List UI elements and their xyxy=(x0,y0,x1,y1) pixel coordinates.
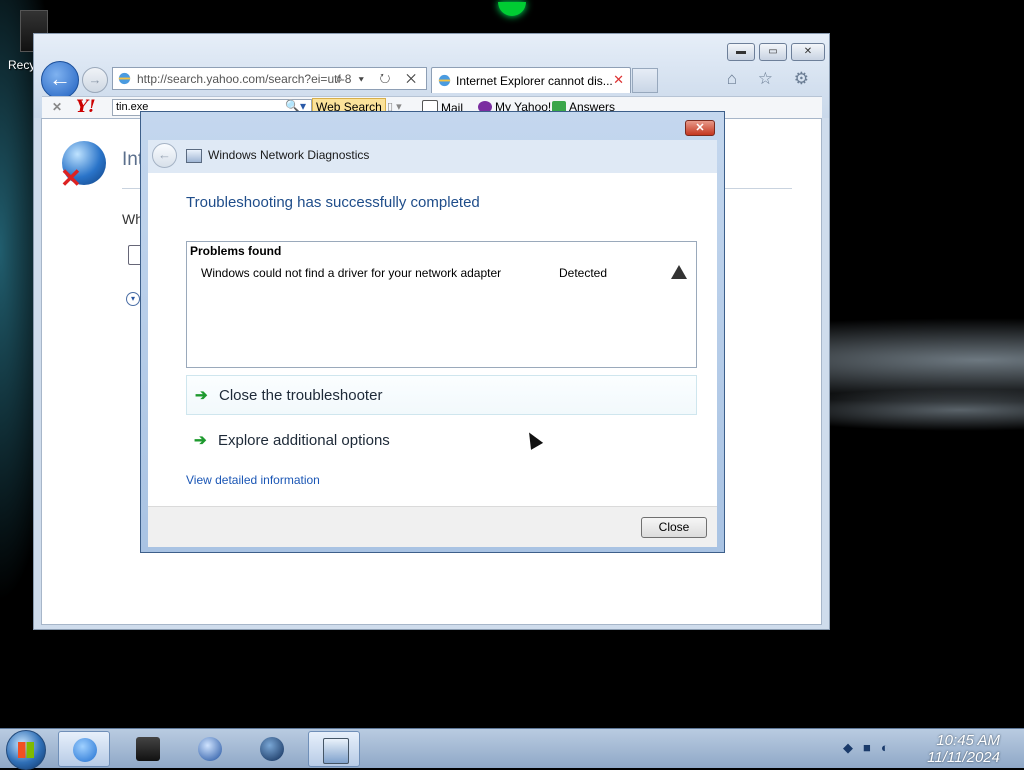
taskbar-media-player[interactable] xyxy=(184,731,236,767)
system-tray-icons[interactable]: ◆■◐ xyxy=(843,740,899,756)
dialog-body: Troubleshooting has successfully complet… xyxy=(148,173,717,506)
green-glow-decoration xyxy=(498,2,526,16)
start-button[interactable] xyxy=(6,730,46,770)
clock-time: 10:45 AM xyxy=(936,732,1000,749)
taskbar-black-app[interactable] xyxy=(122,731,174,767)
green-arrow-icon: ➔ xyxy=(195,387,208,404)
dialog-footer: Close xyxy=(148,506,717,547)
problems-header: Problems found xyxy=(190,244,282,258)
explore-additional-options-option[interactable]: ➔ Explore additional options xyxy=(186,421,697,461)
error-x-icon: ✕ xyxy=(60,163,82,193)
network-diagnostics-icon xyxy=(323,738,349,764)
ie-tab-icon xyxy=(438,74,451,87)
forward-button[interactable]: → xyxy=(82,67,108,93)
problems-found-list: Problems found Windows could not find a … xyxy=(186,241,697,368)
dialog-close-icon[interactable]: ✕ xyxy=(685,120,715,136)
option-label: Explore additional options xyxy=(218,432,390,449)
dialog-heading: Troubleshooting has successfully complet… xyxy=(186,194,480,211)
green-arrow-icon: ➔ xyxy=(194,432,207,449)
yahoo-logo[interactable]: Y! xyxy=(76,97,96,117)
problem-status: Detected xyxy=(559,266,608,280)
media-player-icon xyxy=(198,737,222,761)
dialog-header: ← Windows Network Diagnostics xyxy=(148,140,717,174)
tab-title: Internet Explorer cannot dis... xyxy=(456,74,613,88)
home-favorites-tools-icons[interactable]: ⌂ ☆ ⚙ xyxy=(727,69,817,89)
address-text[interactable]: http://search.yahoo.com/search?ei=utf-8 xyxy=(137,72,362,86)
close-button[interactable]: Close xyxy=(641,517,707,538)
toolbar-close-icon[interactable]: ✕ xyxy=(52,100,62,114)
ie-page-icon xyxy=(118,72,131,85)
option-label: Close the troubleshooter xyxy=(219,387,383,404)
view-detailed-information-link[interactable]: View detailed information xyxy=(186,473,320,487)
close-troubleshooter-option[interactable]: ➔ Close the troubleshooter xyxy=(186,375,697,415)
dialog-back-button[interactable]: ← xyxy=(152,143,177,168)
tab-close-icon[interactable]: ✕ xyxy=(613,72,624,88)
network-diagnostics-icon xyxy=(186,149,202,163)
new-tab-button[interactable] xyxy=(632,68,658,93)
problem-description[interactable]: Windows could not find a driver for your… xyxy=(201,266,501,280)
taskbar-network-diagnostics[interactable] xyxy=(308,731,360,767)
window-close-button[interactable]: ✕ xyxy=(791,43,825,61)
dialog-title: Windows Network Diagnostics xyxy=(208,148,370,162)
back-button[interactable]: ← xyxy=(41,61,79,99)
taskbar-internet-explorer[interactable] xyxy=(58,731,110,767)
network-globe-icon xyxy=(260,737,284,761)
minimize-button[interactable]: ▬ xyxy=(727,43,755,61)
address-tools-icons[interactable]: ⌕ ▾ ↻ ✕ xyxy=(336,71,422,87)
tab-internet-explorer-cannot-display[interactable]: Internet Explorer cannot dis... ✕ xyxy=(431,67,631,93)
internet-explorer-icon xyxy=(73,738,97,762)
windows-logo-icon xyxy=(18,742,34,758)
taskbar-network-globe[interactable] xyxy=(246,731,298,767)
black-app-icon xyxy=(136,737,160,761)
maximize-button[interactable]: ▭ xyxy=(759,43,787,61)
warning-icon xyxy=(671,265,687,279)
network-diagnostics-dialog: ✕ ← Windows Network Diagnostics Troubles… xyxy=(140,111,725,553)
recycle-bin-label[interactable]: Recy xyxy=(8,58,35,72)
clock[interactable]: 10:45 AM 11/11/2024 xyxy=(927,732,1000,766)
clock-date: 11/11/2024 xyxy=(927,749,1000,766)
expand-more-info-icon[interactable]: ▾ xyxy=(126,292,140,306)
taskbar: ◆■◐ 10:45 AM 11/11/2024 xyxy=(0,728,1024,770)
address-bar[interactable]: http://search.yahoo.com/search?ei=utf-8 … xyxy=(112,67,427,90)
